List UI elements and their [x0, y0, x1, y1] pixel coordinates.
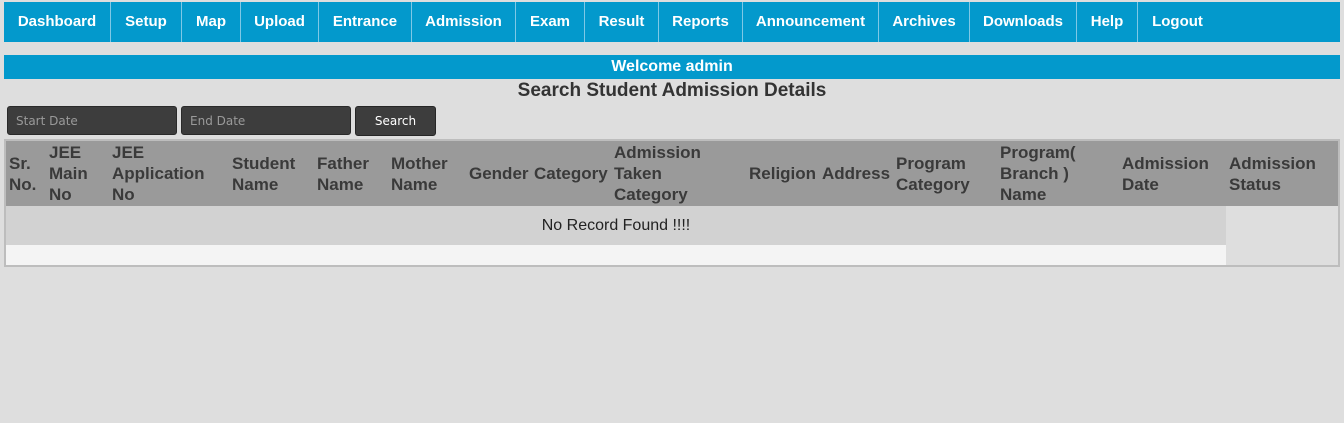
- column-header: Father Name: [317, 153, 369, 194]
- nav-result[interactable]: Result: [585, 2, 659, 42]
- nav-map[interactable]: Map: [182, 2, 241, 42]
- column-header: Mother Name: [391, 153, 448, 194]
- admission-results-table: Sr. No. JEE Main No JEE Application No Stud…: [4, 139, 1340, 267]
- nav-dashboard[interactable]: Dashboard: [4, 2, 111, 42]
- column-header: Category: [534, 164, 608, 183]
- no-record-row: No Record Found !!!!: [6, 206, 1226, 245]
- nav-setup[interactable]: Setup: [111, 2, 182, 42]
- welcome-banner: Welcome admin: [4, 55, 1340, 79]
- column-header: Admission Taken Category: [614, 143, 701, 204]
- nav-announcement[interactable]: Announcement: [743, 2, 879, 42]
- column-header: Program Category: [896, 153, 970, 194]
- end-date-input[interactable]: [181, 106, 351, 135]
- nav-upload[interactable]: Upload: [241, 2, 319, 42]
- column-header: Admission Status: [1229, 153, 1316, 194]
- start-date-input[interactable]: [7, 106, 177, 135]
- column-header: Student Name: [232, 153, 296, 194]
- search-button[interactable]: Search: [355, 106, 436, 136]
- main-navbar: Dashboard Setup Map Upload Entrance Admission…: [4, 2, 1340, 42]
- table-blank-row: [6, 245, 1226, 265]
- column-header: Program( Branch ) Name: [1000, 143, 1076, 204]
- column-header: Gender: [469, 164, 529, 183]
- column-header: JEE Application No: [112, 143, 205, 204]
- column-header: Address: [822, 164, 891, 183]
- column-header: Sr. No.: [9, 153, 37, 194]
- nav-archives[interactable]: Archives: [879, 2, 970, 42]
- column-header: JEE Main No: [49, 143, 88, 204]
- nav-entrance[interactable]: Entrance: [319, 2, 412, 42]
- nav-admission[interactable]: Admission: [412, 2, 516, 42]
- column-header: Admission Date: [1122, 153, 1209, 194]
- nav-help[interactable]: Help: [1077, 2, 1138, 42]
- table-header: Sr. No. JEE Main No JEE Application No Stud…: [6, 141, 1338, 206]
- column-header: Religion: [749, 164, 817, 183]
- page-title: Search Student Admission Details: [517, 80, 827, 101]
- nav-reports[interactable]: Reports: [659, 2, 743, 42]
- nav-logout[interactable]: Logout: [1138, 2, 1217, 42]
- nav-downloads[interactable]: Downloads: [970, 2, 1077, 42]
- nav-exam[interactable]: Exam: [516, 2, 585, 42]
